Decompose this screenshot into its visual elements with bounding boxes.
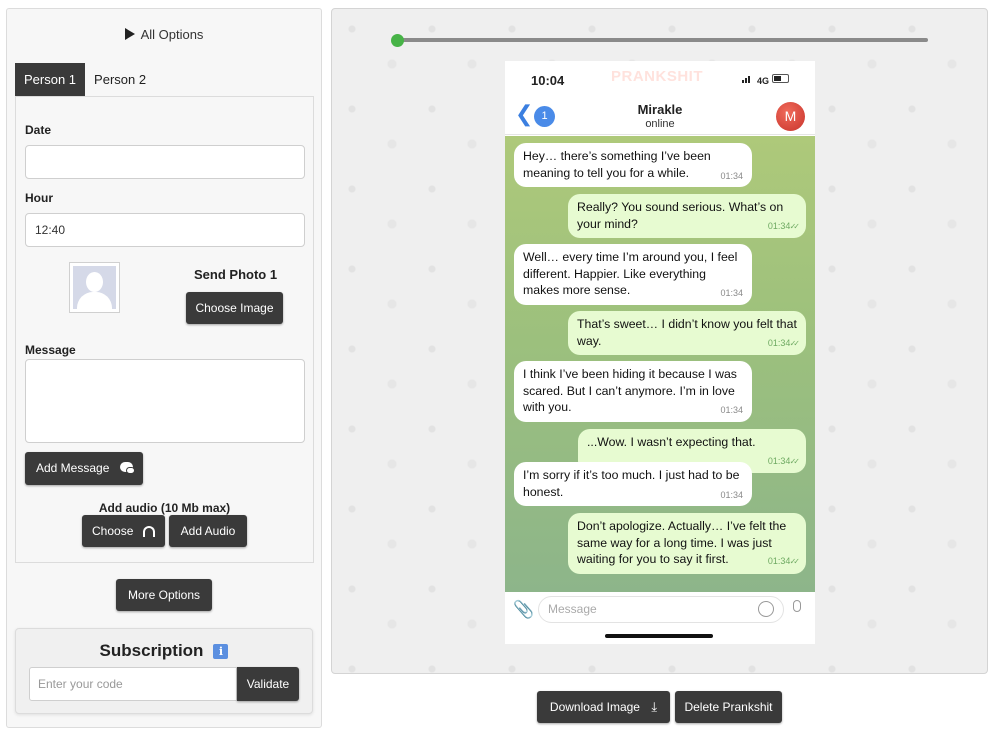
headphones-icon [143, 526, 155, 537]
tab-person-2[interactable]: Person 2 [85, 63, 155, 97]
chat-header: ❮ 1 Mirakle online M [505, 95, 815, 135]
chat-bubble-text: Hey… there’s something I’ve been meaning… [523, 149, 711, 180]
message-textarea[interactable] [25, 359, 305, 443]
sticker-icon[interactable] [758, 601, 774, 617]
date-input[interactable] [25, 145, 305, 179]
preview-slider-track[interactable] [397, 38, 928, 42]
play-triangle-icon [124, 28, 135, 40]
choose-audio-button[interactable]: Choose [82, 515, 165, 547]
chat-bubble-text: Well… every time I’m around you, I feel … [523, 250, 738, 297]
photo-preview [69, 262, 120, 313]
chat-bubbles-icon-2 [126, 467, 135, 474]
more-options-button[interactable]: More Options [116, 579, 212, 611]
contact-status: online [645, 118, 675, 130]
subscription-title: Subscription [99, 641, 204, 660]
chat-bubble-time: 01:34 [768, 335, 797, 353]
chat-bubble-time: 01:34 [720, 170, 743, 181]
chat-bubble-in: Well… every time I’m around you, I feel … [514, 244, 752, 305]
status-bar: 10:04 PRANKSHIT 4G [505, 61, 815, 95]
add-message-button[interactable]: Add Message [25, 452, 143, 485]
chat-area: PRANKSHIT Hey… there’s something I’ve be… [505, 136, 815, 592]
subscription-heading: Subscription i [16, 641, 312, 661]
subscription-code-input[interactable]: Enter your code [29, 667, 237, 701]
chat-bubble-time: 01:34 [720, 489, 743, 500]
add-audio-title: Add audio (10 Mb max) [98, 501, 231, 515]
chat-bubble-time: 01:34 [720, 288, 743, 298]
composer-input[interactable]: Message [538, 596, 784, 623]
chat-bubble-time: 01:34 [768, 218, 797, 236]
chat-bubble-text: That’s sweet… I didn’t know you felt tha… [577, 317, 797, 348]
chat-bubble-time: 01:34 [768, 553, 797, 571]
chat-bubble-out: Really? You sound serious. What’s on you… [568, 194, 806, 238]
download-label: Download Image [549, 700, 640, 714]
chat-bubble-in: Hey… there’s something I’ve been meaning… [514, 143, 752, 187]
message-composer: 📎 Message [505, 592, 815, 644]
home-indicator [605, 634, 713, 638]
download-image-button[interactable]: Download Image ⤓ [537, 691, 670, 723]
all-options-toggle[interactable]: All Options [7, 27, 321, 42]
hour-label: Hour [25, 191, 53, 205]
signal-icon [742, 75, 754, 83]
phone-mockup: 10:04 PRANKSHIT 4G ❮ 1 Mirakle online M … [505, 61, 815, 644]
choose-image-button[interactable]: Choose Image [186, 292, 283, 324]
user-placeholder-icon [73, 266, 116, 309]
message-label: Message [25, 343, 76, 357]
add-message-label: Add Message [36, 461, 110, 475]
chat-bubble-out: Don’t apologize. Actually… I’ve felt the… [568, 513, 806, 574]
validate-button[interactable]: Validate [237, 667, 299, 701]
info-icon[interactable]: i [213, 644, 229, 659]
chat-bubble-text: ...Wow. I wasn’t expecting that. [587, 435, 756, 449]
microphone-icon[interactable] [793, 600, 801, 612]
paperclip-icon[interactable]: 📎 [513, 600, 534, 620]
date-label: Date [25, 123, 52, 137]
add-audio-button[interactable]: Add Audio [169, 515, 247, 547]
chat-bubble-text: I think I’ve been hiding it because I wa… [523, 367, 737, 414]
person-tabs: Person 1 Person 2 [15, 63, 155, 97]
battery-icon [772, 74, 789, 83]
tab-person-1[interactable]: Person 1 [15, 63, 86, 97]
person-form: Date Hour 12:40 Send Photo 1 Choose Imag… [15, 96, 314, 563]
hour-input[interactable]: 12:40 [25, 213, 305, 247]
chat-bubble-text: Really? You sound serious. What’s on you… [577, 200, 784, 231]
delete-prankshit-button[interactable]: Delete Prankshit [675, 691, 782, 723]
watermark: PRANKSHIT [611, 68, 704, 85]
status-time: 10:04 [531, 73, 565, 88]
choose-audio-label: Choose [92, 524, 134, 538]
options-panel: All Options Person 1 Person 2 Date Hour … [6, 8, 322, 728]
download-icon: ⤓ [651, 699, 658, 714]
subscription-box: Subscription i Enter your code Validate [15, 628, 313, 714]
chat-bubble-text: Don’t apologize. Actually… I’ve felt the… [577, 519, 787, 566]
chat-bubble-text: I’m sorry if it’s too much. I just had t… [523, 468, 740, 499]
preview-slider-knob[interactable] [391, 34, 404, 47]
contact-name: Mirakle [637, 102, 683, 117]
network-label: 4G [757, 76, 770, 86]
chat-bubble-out: That’s sweet… I didn’t know you felt tha… [568, 311, 806, 355]
contact-avatar[interactable]: M [776, 102, 805, 131]
send-photo-label: Send Photo 1 [194, 267, 278, 282]
all-options-label: All Options [140, 27, 204, 42]
chat-bubble-in: I think I’ve been hiding it because I wa… [514, 361, 752, 422]
chat-bubble-time: 01:34 [720, 405, 743, 415]
chat-bubble-time: 01:34 [768, 453, 797, 471]
chat-bubble-in: I’m sorry if it’s too much. I just had t… [514, 462, 752, 506]
